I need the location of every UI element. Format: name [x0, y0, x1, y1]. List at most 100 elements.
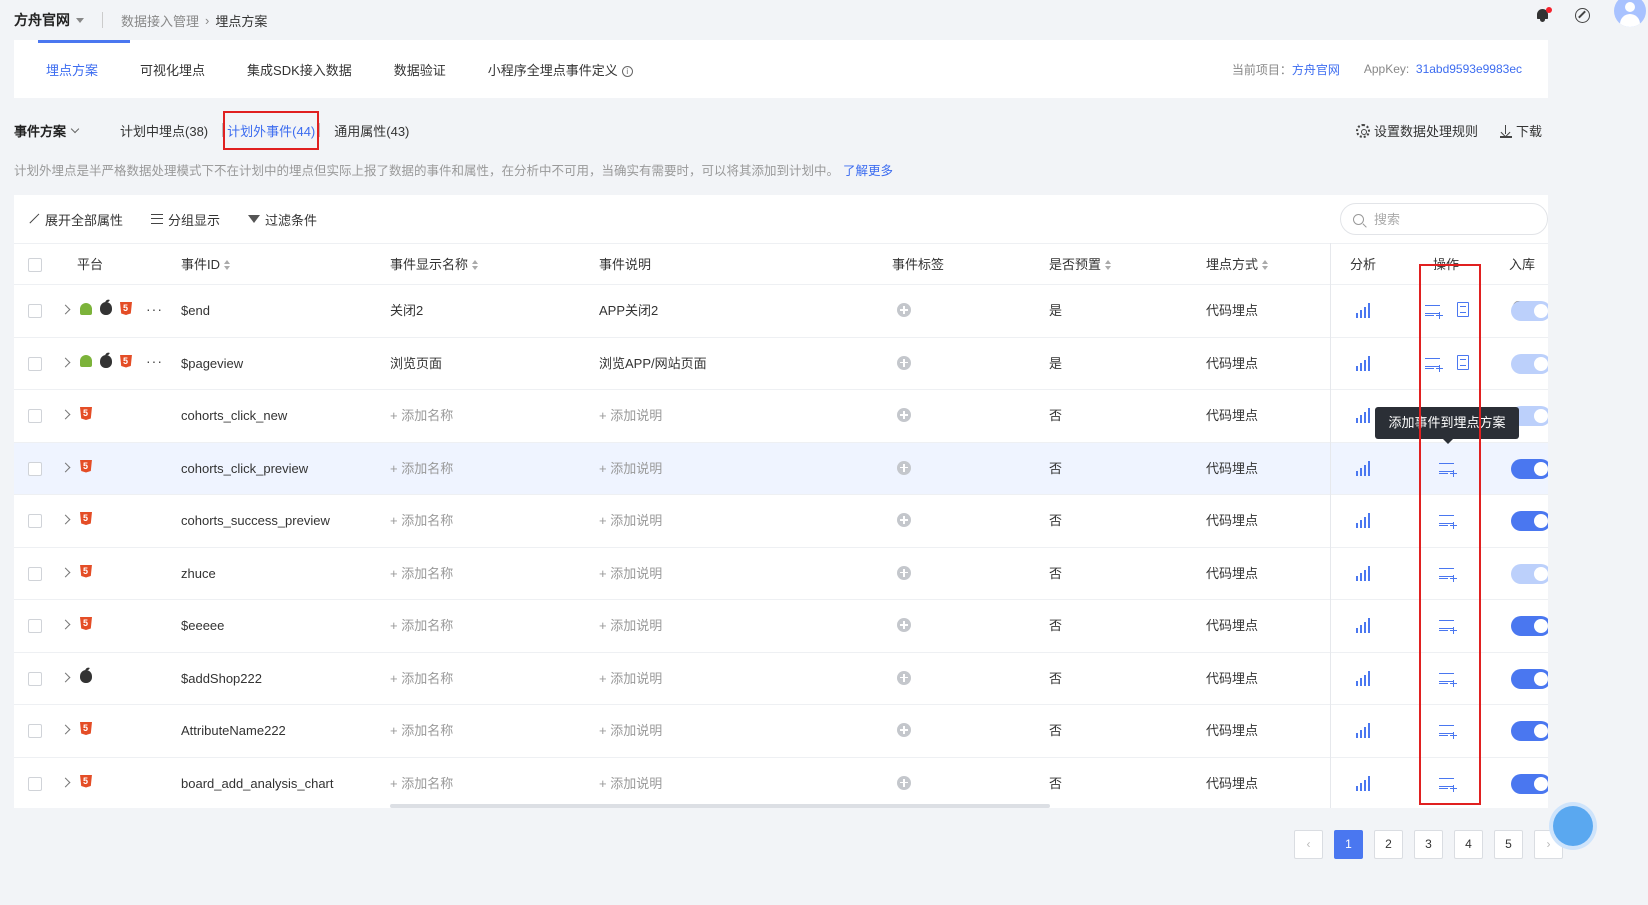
- project-value[interactable]: 方舟官网: [1292, 63, 1340, 77]
- row-checkbox[interactable]: [28, 566, 42, 581]
- expand-row-icon[interactable]: [60, 409, 71, 420]
- tab-unplanned-events[interactable]: 计划外事件(44): [223, 110, 320, 150]
- expand-row-icon[interactable]: [60, 619, 71, 630]
- scheme-selector[interactable]: 事件方案: [14, 121, 80, 140]
- tab-visual-tracking[interactable]: 可视化埋点: [140, 60, 205, 79]
- col-event-id[interactable]: 事件ID: [181, 244, 231, 286]
- link-icon[interactable]: [1575, 7, 1590, 23]
- add-tag-icon[interactable]: [897, 565, 911, 580]
- add-to-plan-icon[interactable]: [1439, 620, 1457, 634]
- add-tag-icon[interactable]: [897, 618, 911, 632]
- page-5[interactable]: 5: [1494, 830, 1523, 859]
- storage-toggle[interactable]: [1511, 773, 1548, 794]
- add-tag-icon[interactable]: [897, 670, 911, 685]
- table-row[interactable]: ··· $end 关闭2 APP关闭2 是 代码埋点: [14, 285, 1548, 338]
- tab-common-properties[interactable]: 通用属性(43): [320, 121, 423, 140]
- event-description[interactable]: 浏览APP/网站页面: [599, 338, 707, 390]
- row-checkbox[interactable]: [28, 776, 42, 791]
- row-checkbox[interactable]: [28, 514, 42, 528]
- row-checkbox[interactable]: [28, 304, 42, 318]
- search-input[interactable]: [1374, 211, 1524, 227]
- more-icon[interactable]: ···: [146, 354, 163, 368]
- table-row[interactable]: cohorts_click_preview + 添加名称 + 添加说明 否 代码埋点: [14, 442, 1548, 495]
- event-description[interactable]: + 添加说明: [599, 653, 662, 705]
- col-preset[interactable]: 是否预置: [1049, 244, 1112, 286]
- help-float-button[interactable]: [1553, 806, 1593, 846]
- event-display-name[interactable]: + 添加名称: [390, 390, 453, 442]
- row-checkbox[interactable]: [28, 461, 42, 476]
- download-button[interactable]: 下载: [1499, 121, 1542, 140]
- analysis-chart-icon[interactable]: [1356, 617, 1372, 633]
- select-all-checkbox[interactable]: [28, 258, 42, 272]
- event-display-name[interactable]: 关闭2: [390, 285, 423, 337]
- avatar[interactable]: [1614, 0, 1646, 27]
- expand-row-icon[interactable]: [60, 567, 71, 577]
- event-description[interactable]: + 添加说明: [599, 443, 662, 495]
- analysis-chart-icon[interactable]: [1356, 460, 1372, 476]
- add-tag-icon[interactable]: [897, 355, 911, 370]
- filter-button[interactable]: 过滤条件: [248, 210, 317, 229]
- analysis-chart-icon[interactable]: [1356, 355, 1372, 371]
- add-tag-icon[interactable]: [897, 723, 911, 737]
- event-description[interactable]: + 添加说明: [599, 548, 662, 600]
- storage-toggle[interactable]: [1511, 616, 1548, 636]
- storage-toggle[interactable]: [1511, 721, 1548, 741]
- col-method[interactable]: 埋点方式: [1206, 244, 1269, 286]
- bell-icon[interactable]: [1535, 7, 1552, 23]
- table-row[interactable]: $addShop222 + 添加名称 + 添加说明 否 代码埋点: [14, 653, 1548, 705]
- analysis-chart-icon[interactable]: [1356, 407, 1372, 423]
- more-icon[interactable]: ···: [146, 302, 163, 316]
- add-to-plan-icon[interactable]: [1425, 305, 1443, 319]
- expand-row-icon[interactable]: [60, 357, 71, 367]
- add-to-plan-icon[interactable]: [1439, 777, 1457, 792]
- table-row[interactable]: board_add_analysis_chart + 添加名称 + 添加说明 否 代码埋…: [14, 758, 1548, 809]
- event-display-name[interactable]: 浏览页面: [390, 338, 442, 390]
- learn-more-link[interactable]: 了解更多: [843, 164, 893, 178]
- event-description[interactable]: + 添加说明: [599, 705, 662, 757]
- group-display-button[interactable]: 分组显示: [151, 210, 220, 229]
- add-to-plan-icon[interactable]: [1439, 725, 1457, 739]
- storage-toggle[interactable]: [1511, 511, 1548, 531]
- table-row[interactable]: AttributeName222 + 添加名称 + 添加说明 否 代码埋点: [14, 705, 1548, 758]
- expand-row-icon[interactable]: [60, 672, 71, 682]
- analysis-chart-icon[interactable]: [1356, 512, 1372, 528]
- row-checkbox[interactable]: [28, 724, 42, 738]
- tab-miniprogram-events[interactable]: 小程序全埋点事件定义 i: [488, 60, 633, 79]
- event-display-name[interactable]: + 添加名称: [390, 495, 453, 547]
- analysis-chart-icon[interactable]: [1356, 775, 1372, 791]
- event-display-name[interactable]: + 添加名称: [390, 443, 453, 495]
- tab-data-validation[interactable]: 数据验证: [394, 60, 446, 79]
- table-row[interactable]: cohorts_click_new + 添加名称 + 添加说明 否 代码埋点: [14, 390, 1548, 443]
- table-row[interactable]: $eeeee + 添加名称 + 添加说明 否 代码埋点: [14, 600, 1548, 653]
- event-display-name[interactable]: + 添加名称: [390, 705, 453, 757]
- analysis-chart-icon[interactable]: [1356, 722, 1372, 738]
- storage-toggle[interactable]: [1511, 668, 1548, 689]
- storage-toggle[interactable]: [1511, 301, 1548, 321]
- row-checkbox[interactable]: [28, 356, 42, 371]
- tab-tracking-plan[interactable]: 埋点方案: [46, 60, 98, 79]
- add-to-plan-icon[interactable]: [1439, 462, 1457, 477]
- horizontal-scrollbar[interactable]: [390, 804, 1050, 808]
- expand-row-icon[interactable]: [60, 514, 71, 525]
- expand-row-icon[interactable]: [60, 777, 71, 787]
- table-row[interactable]: zhuce + 添加名称 + 添加说明 否 代码埋点: [14, 548, 1548, 600]
- storage-toggle[interactable]: [1511, 563, 1548, 584]
- prev-page-button[interactable]: ‹: [1294, 830, 1323, 859]
- add-tag-icon[interactable]: [897, 775, 911, 790]
- event-description[interactable]: + 添加说明: [599, 495, 662, 547]
- storage-toggle[interactable]: [1511, 353, 1548, 374]
- page-1[interactable]: 1: [1334, 830, 1363, 859]
- table-row[interactable]: cohorts_success_preview + 添加名称 + 添加说明 否 代码埋点: [14, 495, 1548, 548]
- table-row[interactable]: ··· $pageview 浏览页面 浏览APP/网站页面 是 代码埋点: [14, 338, 1548, 390]
- settings-rules-button[interactable]: 设置数据处理规则: [1355, 121, 1478, 140]
- row-checkbox[interactable]: [28, 671, 42, 686]
- row-checkbox[interactable]: [28, 619, 42, 633]
- expand-all-button[interactable]: 展开全部属性: [28, 210, 123, 229]
- storage-toggle[interactable]: [1511, 458, 1548, 479]
- event-description[interactable]: + 添加说明: [599, 390, 662, 442]
- add-to-plan-icon[interactable]: [1425, 357, 1443, 372]
- event-description[interactable]: APP关闭2: [599, 285, 658, 337]
- analysis-chart-icon[interactable]: [1356, 302, 1372, 318]
- page-3[interactable]: 3: [1414, 830, 1443, 859]
- event-detail-icon[interactable]: [1457, 354, 1469, 370]
